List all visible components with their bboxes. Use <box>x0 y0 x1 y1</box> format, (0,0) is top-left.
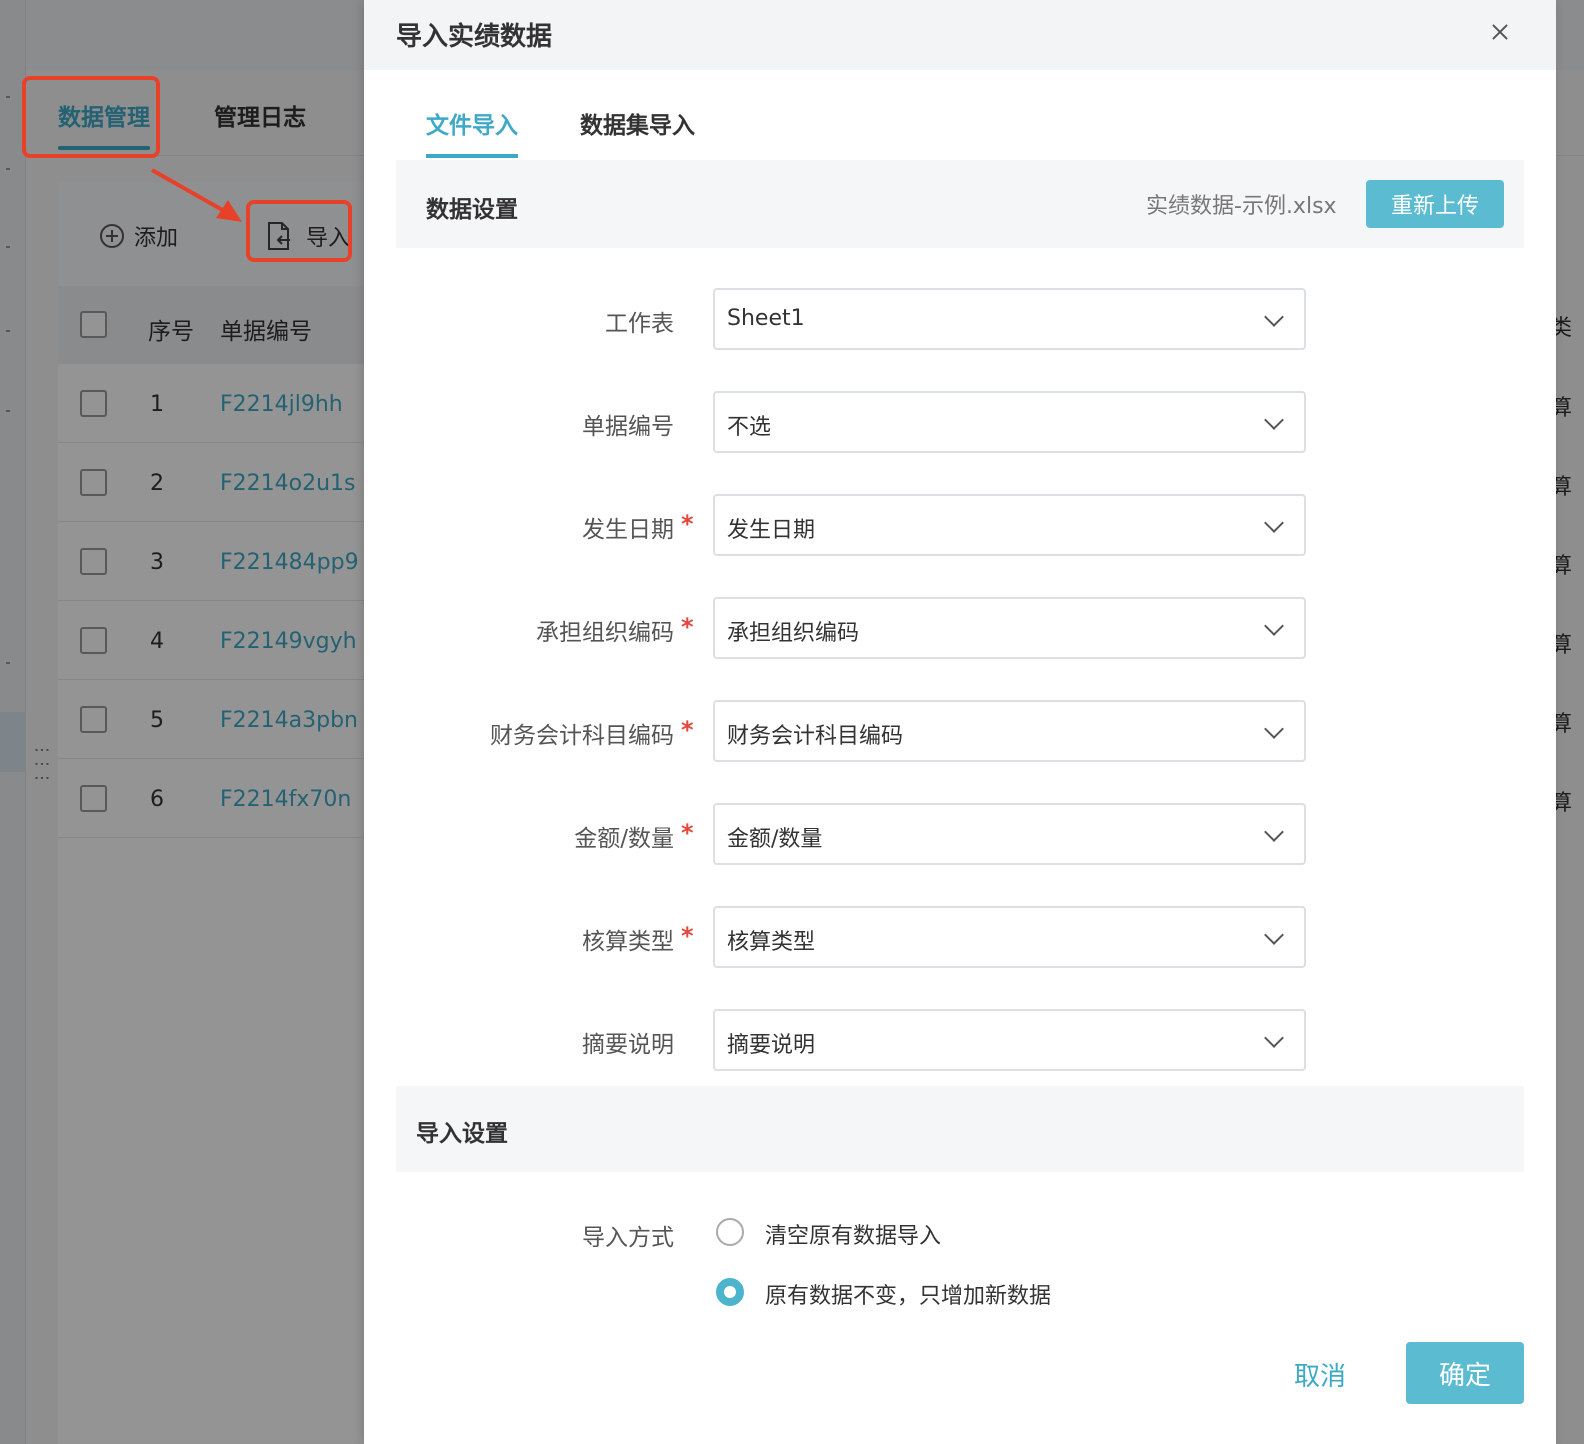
field-label-doc-number: 单据编号 <box>582 414 674 440</box>
field-label-summary: 摘要说明 <box>582 1032 674 1058</box>
import-settings-section <box>396 1086 1524 1172</box>
import-dialog: 导入实绩数据 文件导入 数据集导入 数据设置 实绩数据-示例.xlsx 重新上传… <box>364 0 1556 1444</box>
required-mark: * <box>681 613 694 641</box>
chevron-down-icon <box>1264 822 1284 842</box>
field-label-amount: 金额/数量 <box>574 826 674 852</box>
field-label-account-code: 财务会计科目编码 <box>490 723 674 749</box>
radio-clear-import-label[interactable]: 清空原有数据导入 <box>765 1218 941 1250</box>
data-settings-title: 数据设置 <box>426 197 518 223</box>
data-settings-section <box>396 160 1524 248</box>
accounting-type-select[interactable]: 核算类型 <box>713 906 1306 968</box>
field-label-sheet: 工作表 <box>605 311 674 337</box>
summary-select[interactable]: 摘要说明 <box>713 1009 1306 1071</box>
annotation-arrow-icon <box>151 168 242 222</box>
required-mark: * <box>681 716 694 744</box>
import-settings-title: 导入设置 <box>416 1121 508 1147</box>
highlight-box-tab <box>22 76 160 158</box>
required-mark: * <box>681 510 694 538</box>
doc-number-select-value: 不选 <box>727 415 772 440</box>
chevron-down-icon <box>1264 410 1284 430</box>
field-label-occur-date: 发生日期 <box>582 517 674 543</box>
chevron-down-icon <box>1264 925 1284 945</box>
chevron-down-icon <box>1264 719 1284 739</box>
required-mark: * <box>681 922 694 950</box>
close-icon[interactable] <box>1486 16 1518 48</box>
amount-select[interactable]: 金额/数量 <box>713 803 1306 865</box>
occur-date-select-value: 发生日期 <box>727 518 816 543</box>
radio-append-import-label[interactable]: 原有数据不变，只增加新数据 <box>765 1278 1051 1310</box>
field-label-org-code: 承担组织编码 <box>536 620 674 646</box>
summary-select-value: 摘要说明 <box>727 1033 816 1058</box>
occur-date-select[interactable]: 发生日期 <box>713 494 1306 556</box>
highlight-box-import <box>246 200 352 262</box>
account-code-select[interactable]: 财务会计科目编码 <box>713 700 1306 762</box>
field-label-accounting-type: 核算类型 <box>582 929 674 955</box>
radio-clear-import[interactable] <box>716 1218 744 1246</box>
required-mark: * <box>681 819 694 847</box>
sheet-select[interactable]: Sheet1 <box>713 288 1306 350</box>
uploaded-filename: 实绩数据-示例.xlsx <box>1146 194 1337 219</box>
amount-select-value: 金额/数量 <box>727 827 823 852</box>
confirm-button[interactable]: 确定 <box>1406 1342 1524 1404</box>
dialog-header: 导入实绩数据 <box>364 0 1556 70</box>
chevron-down-icon <box>1264 307 1284 327</box>
radio-append-import[interactable] <box>716 1278 744 1306</box>
org-code-select-value: 承担组织编码 <box>727 621 860 646</box>
org-code-select[interactable]: 承担组织编码 <box>713 597 1306 659</box>
sheet-select-value: Sheet1 <box>727 306 805 331</box>
account-code-select-value: 财务会计科目编码 <box>727 724 904 749</box>
doc-number-select[interactable]: 不选 <box>713 391 1306 453</box>
dialog-title: 导入实绩数据 <box>396 22 553 52</box>
import-mode-label: 导入方式 <box>582 1225 674 1251</box>
cancel-button[interactable]: 取消 <box>1294 1356 1346 1393</box>
accounting-type-select-value: 核算类型 <box>727 930 816 955</box>
reupload-button[interactable]: 重新上传 <box>1366 180 1504 228</box>
chevron-down-icon <box>1264 513 1284 533</box>
chevron-down-icon <box>1264 1028 1284 1048</box>
chevron-down-icon <box>1264 616 1284 636</box>
tab-dataset-import[interactable]: 数据集导入 <box>580 106 695 140</box>
tab-file-import[interactable]: 文件导入 <box>426 106 518 158</box>
